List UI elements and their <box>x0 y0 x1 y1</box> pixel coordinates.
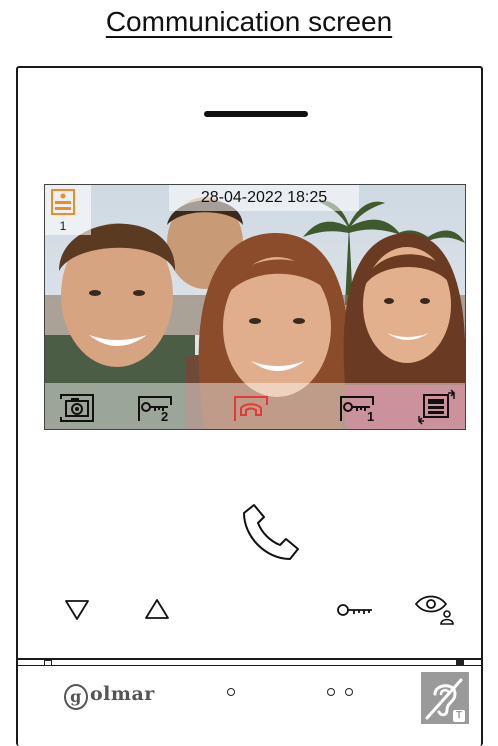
status-led <box>345 688 353 696</box>
divider-line <box>16 665 483 666</box>
page-title: Communication screen <box>105 6 393 37</box>
hinge-marker <box>456 660 464 666</box>
take-photo-button[interactable] <box>57 389 97 425</box>
key-icon[interactable] <box>336 600 376 620</box>
speaker-grille <box>204 111 308 117</box>
hang-up-button[interactable] <box>231 389 271 425</box>
hinge-marker <box>44 660 52 666</box>
call-toolbar: 2 1 <box>45 383 465 429</box>
brand-logo-initial: g <box>64 684 88 710</box>
door-panel-icon <box>51 189 75 215</box>
down-triangle-icon[interactable] <box>63 598 91 622</box>
up-triangle-icon[interactable] <box>143 597 171 621</box>
door-release-2-button[interactable]: 2 <box>135 389 175 425</box>
hearing-loop-badge: T <box>421 672 469 724</box>
monitor-badge: 1 <box>45 185 91 235</box>
status-led <box>327 688 335 696</box>
menu-switch-icon <box>417 389 456 425</box>
hang-up-icon <box>234 396 268 421</box>
video-screen: 1 28-04-2022 18:25 2 1 <box>44 184 466 430</box>
door-release-number: 2 <box>161 409 169 424</box>
door-release-number: 1 <box>367 409 375 424</box>
datetime-display: 28-04-2022 18:25 <box>169 185 359 211</box>
monitor-number: 1 <box>59 219 67 233</box>
phone-handset-icon[interactable] <box>236 503 302 565</box>
camera-icon <box>60 394 94 422</box>
eye-person-icon[interactable] <box>414 592 456 626</box>
divider-line <box>16 658 483 660</box>
key-icon <box>138 396 172 421</box>
brand-name: olmar <box>90 683 155 705</box>
door-release-1-button[interactable]: 1 <box>337 389 377 425</box>
brand-logo: g olmar <box>64 683 155 710</box>
switch-menu-button[interactable] <box>417 389 457 425</box>
hearing-loop-t: T <box>456 710 463 721</box>
status-led <box>227 688 235 696</box>
